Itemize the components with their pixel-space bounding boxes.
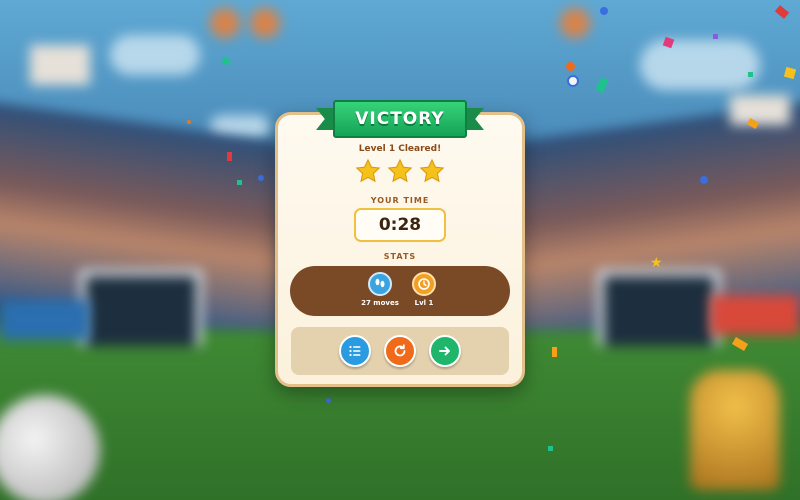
footsteps-icon	[368, 272, 392, 296]
restart-icon	[394, 344, 406, 357]
victory-title: VICTORY	[333, 100, 467, 138]
menu-button[interactable]	[339, 335, 371, 367]
goal-right	[598, 270, 720, 346]
restart-button[interactable]	[384, 335, 416, 367]
victory-banner: VICTORY	[316, 100, 484, 140]
level-stat: Lvl 1	[394, 272, 454, 307]
next-button[interactable]	[429, 335, 461, 367]
star-rating	[355, 158, 445, 184]
level-text: Lvl 1	[414, 299, 434, 307]
level-cleared-text: Level 1 Cleared!	[358, 144, 442, 154]
star-icon	[419, 158, 445, 183]
star-icon	[387, 158, 413, 183]
stats-label: STATS	[383, 252, 417, 261]
goal-left	[80, 270, 202, 346]
arrow-right-icon	[439, 346, 450, 356]
your-time-label: YOUR TIME	[370, 196, 430, 205]
trophy-decoration	[690, 370, 780, 490]
time-display: 0:28	[354, 208, 446, 242]
list-icon	[349, 345, 361, 357]
clock-icon	[412, 272, 436, 296]
star-icon	[355, 158, 381, 183]
